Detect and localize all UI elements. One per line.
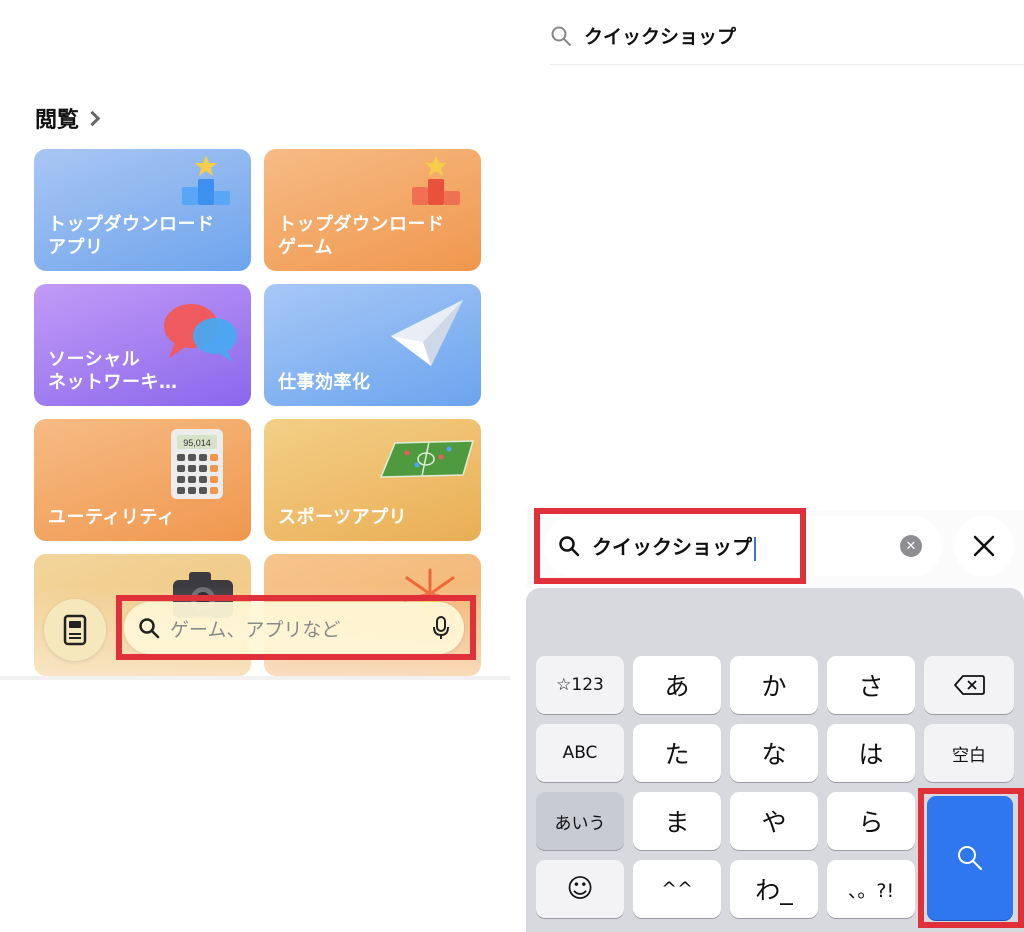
key-abc[interactable]: ABC — [536, 724, 624, 782]
app-store-browse-panel: 閲覧 トップダウンロード アプリ トップダウンロード ゲーム ソーシャル ネット… — [0, 0, 510, 680]
podium-blue-icon — [182, 155, 230, 205]
chevron-right-icon — [84, 110, 101, 126]
key-ya[interactable]: や — [730, 792, 818, 850]
category-tile-productivity[interactable]: 仕事効率化 — [264, 284, 481, 406]
category-tile-top-games[interactable]: トップダウンロード ゲーム — [264, 149, 481, 271]
search-icon — [551, 26, 571, 46]
category-tile-label: ユーティリティ — [48, 507, 176, 528]
search-input-panel: クイックショップ クイックショップ ✕ ☆123 あ か さ ABC た な は… — [526, 0, 1024, 932]
category-tile-label: トップダウンロード アプリ — [48, 214, 215, 258]
browse-section-title: 閲覧 — [35, 108, 80, 133]
category-tile-top-apps[interactable]: トップダウンロード アプリ — [34, 149, 251, 271]
suggestion-text: クイックショップ — [584, 26, 737, 48]
calculator-display: 95,014 — [183, 438, 211, 448]
category-tile-label: スポーツアプリ — [278, 507, 408, 528]
category-tile-label: トップダウンロード ゲーム — [278, 214, 445, 258]
podium-orange-icon — [412, 155, 460, 205]
key-na[interactable]: な — [730, 724, 818, 782]
category-tile-sports[interactable]: スポーツアプリ — [264, 419, 481, 541]
calculator-icon: 95,014 — [171, 429, 223, 499]
category-tile-label: 仕事効率化 — [278, 372, 371, 393]
library-button[interactable] — [44, 599, 106, 661]
key-symbols[interactable]: ☆123 — [536, 656, 624, 714]
divider — [550, 64, 1024, 65]
category-tile-utilities[interactable]: 95,014 ユーティリティ — [34, 419, 251, 541]
key-space[interactable]: 空白 — [924, 724, 1014, 782]
key-ra[interactable]: ら — [827, 792, 915, 850]
key-ha[interactable]: は — [827, 724, 915, 782]
book-icon — [63, 614, 87, 646]
key-ka[interactable]: か — [730, 656, 818, 714]
clear-icon: ✕ — [905, 538, 917, 554]
key-ma[interactable]: ま — [633, 792, 721, 850]
panel-bottom-edge — [0, 676, 510, 680]
key-sa[interactable]: さ — [827, 656, 915, 714]
clear-text-button[interactable]: ✕ — [900, 535, 922, 557]
category-tile-social[interactable]: ソーシャル ネットワーキ… — [34, 284, 251, 406]
key-a[interactable]: あ — [633, 656, 721, 714]
highlight-box-search-field — [534, 508, 806, 584]
soccer-field-icon — [379, 440, 475, 478]
backspace-key[interactable] — [924, 656, 1014, 714]
highlight-box-search-bar — [116, 595, 476, 660]
key-punctuation[interactable]: 、。?! — [827, 860, 915, 918]
emoji-key[interactable]: ☺ — [536, 860, 624, 918]
key-kana[interactable]: あいう — [536, 792, 624, 850]
category-tile-label: ソーシャル ネットワーキ… — [48, 349, 178, 393]
key-wa[interactable]: わ_ — [730, 860, 818, 918]
backspace-icon — [954, 675, 985, 695]
browse-section-header[interactable]: 閲覧 — [35, 102, 101, 134]
key-kaomoji[interactable]: ^^ — [633, 860, 721, 918]
key-ta[interactable]: た — [633, 724, 721, 782]
close-search-button[interactable] — [954, 516, 1014, 576]
search-suggestion-row[interactable]: クイックショップ — [550, 22, 736, 49]
paper-plane-icon — [391, 300, 463, 366]
highlight-box-search-key — [918, 788, 1024, 928]
close-icon — [973, 535, 995, 557]
